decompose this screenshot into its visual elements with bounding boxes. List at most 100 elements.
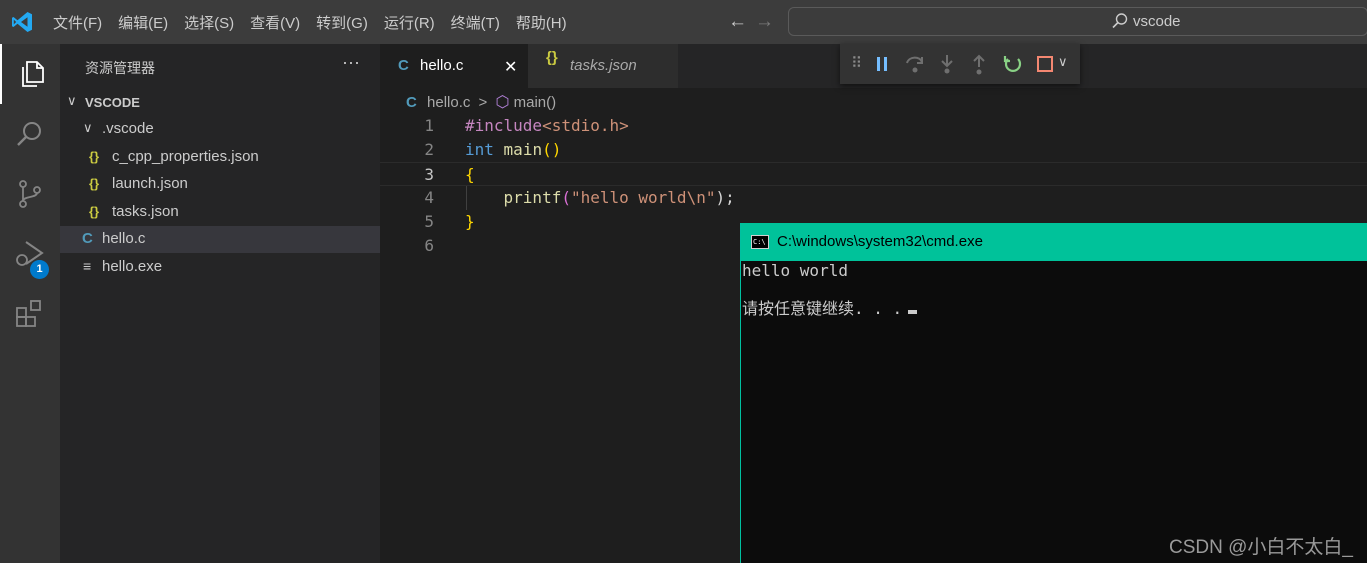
cmd-output-line: hello world	[742, 261, 848, 280]
json-file-icon: {}	[89, 204, 100, 219]
tree-file-c-cpp-properties[interactable]: {} c_cpp_properties.json	[60, 144, 380, 171]
search-icon	[17, 122, 41, 146]
menu-file[interactable]: 文件(F)	[45, 12, 110, 33]
cmd-prompt-text: 请按任意键继续. . .	[742, 299, 903, 318]
menu-view[interactable]: 查看(V)	[242, 12, 308, 33]
line-number: 4	[424, 188, 434, 207]
code-token: (	[561, 188, 571, 207]
menu-run[interactable]: 运行(R)	[376, 12, 443, 33]
line-number: 5	[424, 212, 434, 231]
cmd-app-icon: C:\	[751, 235, 769, 249]
file-label: launch.json	[112, 175, 188, 192]
pause-icon[interactable]	[875, 55, 889, 73]
chevron-down-icon: ∨	[67, 93, 77, 108]
tab-hello-c[interactable]: C hello.c ✕	[380, 44, 528, 88]
forward-arrow-icon[interactable]: →	[755, 11, 782, 32]
code-token: }	[465, 212, 475, 231]
c-file-icon: C	[398, 57, 409, 74]
code-token: {	[465, 165, 475, 184]
breadcrumb-file[interactable]: hello.c	[427, 94, 470, 111]
vscode-logo-icon[interactable]	[10, 10, 34, 34]
cmd-title: C:\windows\system32\cmd.exe	[777, 233, 983, 250]
activity-run-debug[interactable]: 1	[0, 224, 60, 284]
activity-source-control[interactable]	[0, 164, 60, 224]
tab-tasks-json[interactable]: {} tasks.json	[528, 44, 678, 88]
activity-explorer[interactable]	[0, 44, 60, 104]
watermark: CSDN @小白不太白_	[1169, 537, 1353, 558]
chevron-down-icon[interactable]: ∨	[1058, 54, 1068, 70]
stop-icon[interactable]	[1036, 55, 1054, 73]
breadcrumb-separator: >	[478, 94, 488, 111]
tree-file-tasks[interactable]: {} tasks.json	[60, 199, 380, 226]
c-file-icon: C	[406, 94, 417, 111]
json-file-icon: {}	[89, 149, 100, 164]
breadcrumb-symbol[interactable]: main()	[514, 94, 557, 111]
search-text: vscode	[1133, 13, 1181, 30]
json-file-icon: {}	[546, 49, 558, 66]
code-line-current[interactable]: 3 {	[380, 162, 1367, 186]
menu-help[interactable]: 帮助(H)	[508, 12, 575, 33]
step-into-icon[interactable]	[937, 53, 957, 75]
file-label: c_cpp_properties.json	[112, 148, 259, 165]
root-folder-label: VSCODE	[85, 95, 140, 110]
cmd-title-bar[interactable]: C:\ C:\windows\system32\cmd.exe	[741, 223, 1367, 261]
menu-go[interactable]: 转到(G)	[308, 12, 376, 33]
tree-file-hello-c[interactable]: C hello.c	[60, 226, 380, 253]
back-arrow-icon[interactable]: ←	[728, 11, 755, 32]
code-line[interactable]: 4 printf("hello world\n");	[380, 186, 1367, 210]
debug-toolbar: ⠿ ∨	[840, 44, 1080, 84]
extensions-icon	[16, 300, 41, 327]
restart-icon[interactable]	[1002, 53, 1024, 75]
code-token: ()	[542, 140, 562, 159]
line-number: 2	[424, 140, 434, 159]
code-token: int	[465, 140, 494, 159]
activity-search[interactable]	[0, 104, 60, 164]
more-actions-icon[interactable]: ···	[342, 52, 360, 73]
symbol-method-icon: ⬡	[495, 94, 510, 111]
menu-bar: 文件(F) 编辑(E) 选择(S) 查看(V) 转到(G) 运行(R) 终端(T…	[45, 0, 575, 44]
chevron-down-icon: ∨	[83, 120, 93, 135]
line-number: 3	[424, 165, 434, 184]
menu-selection[interactable]: 选择(S)	[176, 12, 242, 33]
title-bar: 文件(F) 编辑(E) 选择(S) 查看(V) 转到(G) 运行(R) 终端(T…	[0, 0, 1367, 44]
step-out-icon[interactable]	[969, 53, 989, 75]
line-number: 6	[424, 236, 434, 255]
files-icon	[22, 61, 44, 87]
folder-label: .vscode	[102, 120, 154, 137]
indent-guide	[466, 186, 467, 210]
json-file-icon: {}	[89, 176, 100, 191]
menu-edit[interactable]: 编辑(E)	[110, 12, 176, 33]
binary-file-icon: ≡	[83, 258, 92, 274]
code-token: "hello world\n"	[570, 188, 716, 207]
tree-root-vscode[interactable]: ∨ VSCODE	[60, 89, 380, 116]
tree-file-hello-exe[interactable]: ≡ hello.exe	[60, 254, 380, 281]
cmd-prompt-line: 请按任意键继续. . .	[742, 295, 918, 319]
debug-count-badge: 1	[30, 260, 49, 279]
cmd-window[interactable]: C:\ C:\windows\system32\cmd.exe hello wo…	[740, 223, 1367, 563]
search-icon	[1112, 13, 1128, 29]
tree-file-launch[interactable]: {} launch.json	[60, 171, 380, 198]
drag-handle-icon[interactable]: ⠿	[851, 54, 862, 72]
code-line[interactable]: 1 #include<stdio.h>	[380, 114, 1367, 138]
code-token: main	[503, 140, 543, 159]
c-file-icon: C	[82, 230, 93, 247]
code-token: printf	[503, 188, 562, 207]
explorer-sidebar: 资源管理器 ··· ∨ VSCODE ∨ .vscode {} c_cpp_pr…	[60, 44, 380, 563]
code-token: );	[715, 188, 735, 207]
file-label: hello.c	[102, 230, 146, 247]
navigation-arrows: ←→	[728, 11, 782, 33]
breadcrumb: C hello.c > ⬡ main()	[406, 92, 556, 112]
code-line[interactable]: 2 int main()	[380, 138, 1367, 162]
activity-bar: 1	[0, 44, 60, 563]
step-over-icon[interactable]	[904, 53, 926, 75]
line-number: 1	[424, 116, 434, 135]
command-center-search[interactable]: vscode	[788, 7, 1367, 36]
file-label: hello.exe	[102, 258, 163, 275]
tree-folder-vscode[interactable]: ∨ .vscode	[60, 116, 380, 143]
activity-extensions[interactable]	[0, 284, 60, 344]
menu-terminal[interactable]: 终端(T)	[443, 12, 508, 33]
file-label: tasks.json	[112, 203, 179, 220]
close-icon[interactable]: ✕	[504, 57, 517, 77]
text-cursor	[908, 310, 918, 314]
sidebar-title: 资源管理器	[85, 60, 155, 76]
